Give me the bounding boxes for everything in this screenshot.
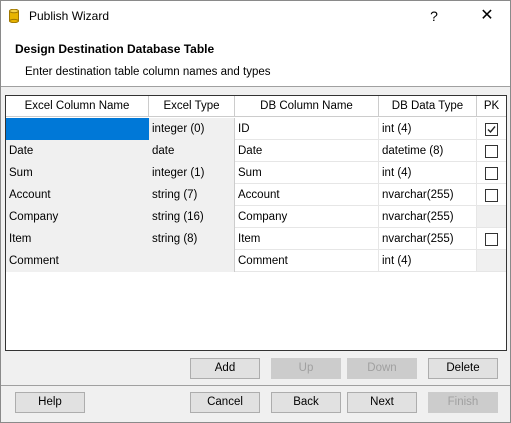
pk-checkbox[interactable] bbox=[485, 145, 498, 158]
excel-name-cell[interactable]: Company bbox=[6, 206, 149, 228]
pk-cell[interactable] bbox=[477, 184, 506, 206]
delete-button[interactable]: Delete bbox=[428, 358, 498, 379]
excel-type-cell bbox=[149, 250, 235, 272]
header-pk[interactable]: PK bbox=[477, 96, 506, 117]
db-name-cell[interactable]: ID bbox=[235, 118, 379, 140]
next-button[interactable]: Next bbox=[347, 392, 417, 413]
back-button[interactable]: Back bbox=[271, 392, 341, 413]
db-type-cell[interactable]: datetime (8) bbox=[379, 140, 477, 162]
excel-type-cell: string (16) bbox=[149, 206, 235, 228]
excel-type-cell: integer (0) bbox=[149, 118, 235, 140]
pk-cell[interactable] bbox=[477, 118, 506, 140]
up-button[interactable]: Up bbox=[271, 358, 341, 379]
excel-name-cell[interactable]: Item bbox=[6, 228, 149, 250]
db-name-cell[interactable]: Company bbox=[235, 206, 379, 228]
excel-name-cell[interactable]: Account bbox=[6, 184, 149, 206]
db-type-cell[interactable]: int (4) bbox=[379, 118, 477, 140]
table-row[interactable]: Account string (7) Account nvarchar(255) bbox=[6, 184, 506, 206]
db-name-cell[interactable]: Date bbox=[235, 140, 379, 162]
table-row[interactable]: Sum integer (1) Sum int (4) bbox=[6, 162, 506, 184]
pk-checkbox[interactable] bbox=[485, 233, 498, 246]
page-subtitle: Enter destination table column names and… bbox=[25, 66, 271, 78]
header-excel-type[interactable]: Excel Type bbox=[149, 96, 235, 117]
pk-checkbox-checked[interactable] bbox=[485, 123, 498, 136]
help-icon[interactable]: ? bbox=[422, 4, 446, 28]
wizard-header: Design Destination Database Table Enter … bbox=[1, 31, 510, 87]
db-type-cell[interactable]: nvarchar(255) bbox=[379, 184, 477, 206]
db-type-cell[interactable]: nvarchar(255) bbox=[379, 206, 477, 228]
header-excel-column-name[interactable]: Excel Column Name bbox=[6, 96, 149, 117]
pk-cell[interactable] bbox=[477, 140, 506, 162]
db-name-cell[interactable]: Account bbox=[235, 184, 379, 206]
pk-checkbox[interactable] bbox=[485, 167, 498, 180]
pk-cell-empty bbox=[477, 250, 506, 272]
down-button[interactable]: Down bbox=[347, 358, 417, 379]
table-row[interactable]: Company string (16) Company nvarchar(255… bbox=[6, 206, 506, 228]
excel-type-cell: string (7) bbox=[149, 184, 235, 206]
excel-type-cell: integer (1) bbox=[149, 162, 235, 184]
db-name-cell[interactable]: Item bbox=[235, 228, 379, 250]
add-button[interactable]: Add bbox=[190, 358, 260, 379]
publish-wizard-window: Publish Wizard ? ✕ Design Destination Da… bbox=[0, 0, 511, 423]
excel-type-cell: date bbox=[149, 140, 235, 162]
cancel-button[interactable]: Cancel bbox=[190, 392, 260, 413]
excel-type-cell: string (8) bbox=[149, 228, 235, 250]
finish-button[interactable]: Finish bbox=[428, 392, 498, 413]
table-row[interactable]: Item string (8) Item nvarchar(255) bbox=[6, 228, 506, 250]
table-row[interactable]: Comment Comment int (4) bbox=[6, 250, 506, 272]
grid-header: Excel Column Name Excel Type DB Column N… bbox=[6, 96, 506, 117]
pk-cell[interactable] bbox=[477, 228, 506, 250]
database-icon bbox=[9, 9, 19, 23]
db-type-cell[interactable]: nvarchar(255) bbox=[379, 228, 477, 250]
db-name-cell[interactable]: Sum bbox=[235, 162, 379, 184]
header-db-column-name[interactable]: DB Column Name bbox=[235, 96, 379, 117]
excel-name-cell[interactable] bbox=[6, 118, 149, 140]
page-title: Design Destination Database Table bbox=[15, 42, 215, 56]
help-button[interactable]: Help bbox=[15, 392, 85, 413]
column-mapping-grid[interactable]: Excel Column Name Excel Type DB Column N… bbox=[5, 95, 507, 351]
table-row[interactable]: integer (0) ID int (4) bbox=[6, 118, 506, 140]
title-bar[interactable]: Publish Wizard ? ✕ bbox=[1, 1, 510, 31]
excel-name-cell[interactable]: Date bbox=[6, 140, 149, 162]
excel-name-cell[interactable]: Sum bbox=[6, 162, 149, 184]
checkmark-icon bbox=[487, 126, 496, 134]
close-icon[interactable]: ✕ bbox=[475, 4, 499, 28]
excel-name-cell[interactable]: Comment bbox=[6, 250, 149, 272]
db-type-cell[interactable]: int (4) bbox=[379, 162, 477, 184]
footer-divider bbox=[1, 385, 510, 386]
table-row[interactable]: Date date Date datetime (8) bbox=[6, 140, 506, 162]
db-name-cell[interactable]: Comment bbox=[235, 250, 379, 272]
window-title: Publish Wizard bbox=[29, 9, 110, 23]
db-type-cell[interactable]: int (4) bbox=[379, 250, 477, 272]
pk-cell-empty bbox=[477, 206, 506, 228]
pk-checkbox[interactable] bbox=[485, 189, 498, 202]
pk-cell[interactable] bbox=[477, 162, 506, 184]
header-db-data-type[interactable]: DB Data Type bbox=[379, 96, 477, 117]
